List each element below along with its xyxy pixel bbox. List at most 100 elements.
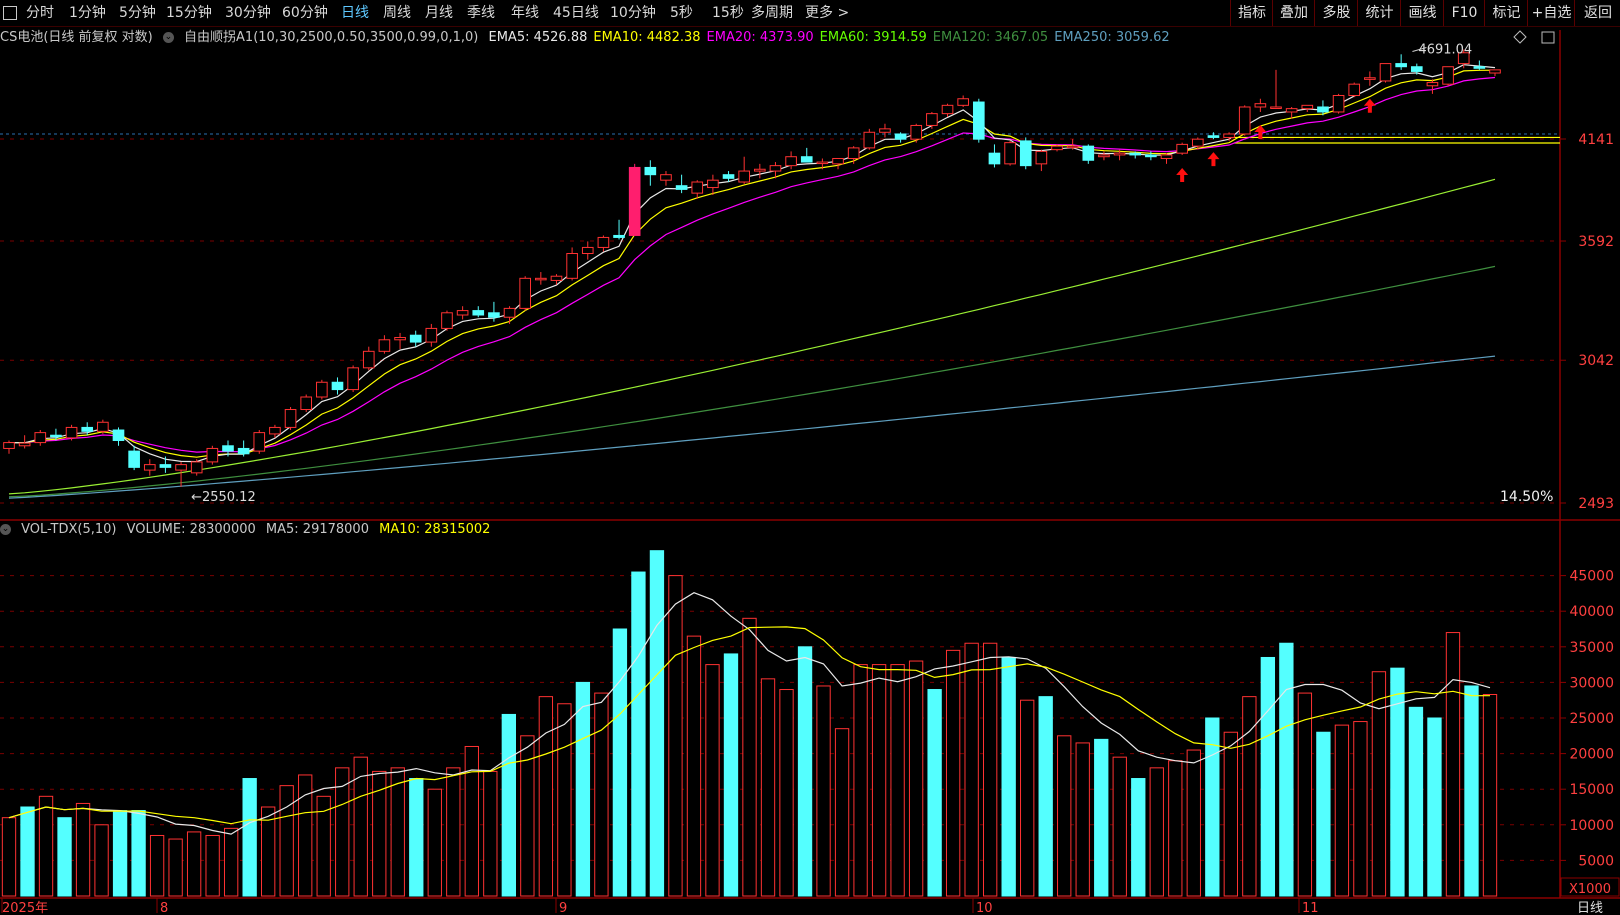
tab-9[interactable]: 季线 [467,0,495,26]
toolbar-button-8[interactable]: 返回 [1574,0,1620,26]
toolbar-button-0[interactable]: 指标 [1230,0,1273,26]
volume-axis-label-4: 25000 [1569,711,1614,727]
candle-body-89 [1395,63,1407,68]
volume-bar-68 [1260,656,1276,897]
candle-body-64 [1004,142,1016,165]
volume-toggle-icon[interactable]: ⌄ [0,524,11,535]
tab-14[interactable]: 15秒 [712,0,744,26]
candle-body-87 [1364,77,1376,80]
volume-bar-58 [1075,742,1090,897]
volume-bar-53 [982,642,998,897]
candle-body-75 [1176,143,1188,154]
candle-body-77 [1207,135,1220,138]
volume-bar-43 [797,646,813,897]
candle-body-32 [503,307,516,318]
layout-square-icon[interactable] [3,6,17,20]
candle-body-90 [1410,66,1423,72]
candle-body-76 [1191,138,1204,147]
ema10-line [8,69,1496,458]
candle-body-27 [425,327,438,343]
volume-axis-label-5: 20000 [1569,747,1614,763]
tab-12[interactable]: 10分钟 [610,0,656,26]
volume-bar-55 [1020,699,1035,897]
tab-0[interactable]: 分时 [26,0,54,26]
candle-body-92 [1442,66,1454,85]
candle-body-47 [738,170,750,183]
tab-8[interactable]: 月线 [425,0,453,26]
candle-body-24 [378,339,391,352]
price-volume-chart[interactable]: 4141 3592 3042 2493 4691.04 ←2550.12 14.50% 450… [0,0,1620,915]
candle-body-35 [550,275,563,281]
candle-body-63 [988,152,1001,165]
signal-arrow-icon-0 [1176,167,1189,182]
security-title[interactable]: CS电池(日线 前复权 对数) [0,30,153,45]
formula-label[interactable]: 自由顺拐A1(10,30,2500,0.50,3500,0.99,0,1,0) [184,30,478,45]
toolbar-button-6[interactable]: 标记 [1484,0,1528,26]
price-axis-label-2: 3042 [1578,353,1614,369]
price-axis-label-0: 4141 [1578,132,1614,148]
candle-body-50 [785,156,797,167]
tab-5[interactable]: 60分钟 [282,0,328,26]
toolbar-button-1[interactable]: 叠加 [1272,0,1315,26]
volume-bar-28 [520,735,535,897]
toolbar-button-2[interactable]: 多股 [1314,0,1358,26]
formula-toggle-icon[interactable]: ⌄ [162,32,174,43]
candle-body-80 [1254,103,1267,108]
volume-bar-37 [686,635,702,897]
volume-axis-label-6: 15000 [1569,782,1614,798]
candle-body-33 [519,277,532,309]
candle-body-14 [222,445,234,452]
tab-10[interactable]: 年线 [511,0,539,26]
volume-bar-59 [1094,738,1109,897]
toolbar-button-4[interactable]: 画线 [1400,0,1444,26]
tab-13[interactable]: 5秒 [670,0,693,26]
candle-body-38 [597,236,610,248]
candle-body-8 [128,450,140,468]
signal-arrow-icon-3 [1363,98,1376,113]
volume-bar-20 [372,770,387,897]
candle-body-45 [707,179,719,189]
volume-title[interactable]: VOL-TDX(5,10) [21,522,116,537]
period-toolbar: 分时 1分钟 5分钟 15分钟 30分钟 60分钟 日线 周线 月线 季线 年线 45日线 10分钟 5秒… [0,0,1620,27]
volume-bar-40 [742,617,757,897]
volume-axis-label-0: 45000 [1569,569,1614,585]
tab-6[interactable]: 日线 [341,0,369,26]
tab-15[interactable]: 多周期 [751,0,793,26]
tab-16[interactable]: 更多 > [805,0,849,26]
toolbar-button-7[interactable]: +自选 [1527,0,1575,26]
high-price-label: 4691.04 [1418,43,1472,58]
candle-body-15 [237,447,250,455]
tab-4[interactable]: 30分钟 [225,0,271,26]
candle-body-23 [362,350,375,369]
price-axis-label-3: 2493 [1578,496,1614,512]
candle-body-66 [1035,150,1048,165]
candle-body-55 [863,131,876,149]
period-corner-label: 日线 [1577,901,1603,915]
high-marker [1412,47,1427,53]
diamond-toggle-icon [1513,30,1527,44]
tab-1[interactable]: 1分钟 [69,0,106,26]
candle-body-42 [660,174,672,181]
tab-7[interactable]: 周线 [383,0,411,26]
candle-body-0 [3,442,15,449]
candle-body-49 [769,165,782,172]
candle-body-94 [1473,66,1486,69]
ema250-line [8,355,1496,499]
candle-body-6 [97,421,109,432]
volume-value: VOLUME: 28300000 [126,522,256,537]
volume-bar-23 [427,788,442,897]
candle-body-18 [284,409,297,428]
tab-3[interactable]: 15分钟 [166,0,212,26]
volume-bar-4 [75,802,91,897]
candle-body-48 [754,168,766,172]
tab-2[interactable]: 5分钟 [119,0,156,26]
tab-11[interactable]: 45日线 [553,0,599,26]
toolbar-button-3[interactable]: 统计 [1357,0,1401,26]
volume-bar-52 [964,642,979,897]
volume-bar-50 [927,689,942,897]
volume-bar-2 [38,795,54,897]
toolbar-button-5[interactable]: F10 [1443,0,1485,26]
volume-bar-63 [1168,760,1183,897]
candle-body-13 [206,447,219,463]
volume-unit-label: X1000 [1569,882,1611,897]
